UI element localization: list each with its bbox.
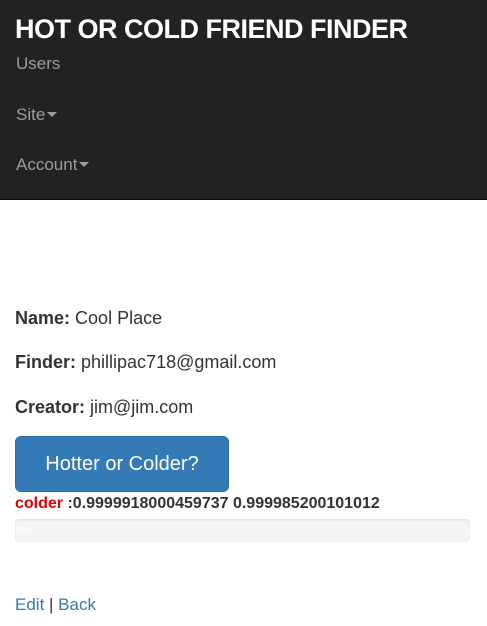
finder-label: Finder: [15,352,76,372]
progress-label: 0% [15,523,33,537]
creator-value: jim@jim.com [90,397,194,417]
finder-value: phillipac718@gmail.com [81,352,277,372]
progress-bar: 0% [15,519,470,542]
name-row: Name: Cool Place [15,308,162,329]
back-link[interactable]: Back [58,595,96,614]
result-text: colder :0.9999918000459737 0.99998520010… [15,495,380,513]
finder-row: Finder: phillipac718@gmail.com [15,352,276,373]
nav-site-dropdown[interactable]: Site [16,105,58,125]
edit-link[interactable]: Edit [15,595,44,614]
navbar: HOT OR COLD FRIEND FINDER Users Site Acc… [0,0,487,200]
link-separator: | [44,595,59,614]
nav-account-label: Account [16,155,78,174]
nav-users[interactable]: Users [16,54,60,74]
name-label: Name: [15,308,71,328]
result-word: colder [15,495,64,512]
nav-users-label: Users [16,54,61,73]
brand-title[interactable]: HOT OR COLD FRIEND FINDER [15,14,408,45]
caret-down-icon [47,112,58,118]
creator-row: Creator: jim@jim.com [15,397,193,418]
caret-down-icon [79,162,90,168]
name-value: Cool Place [75,308,163,328]
footer-links: Edit | Back [15,595,96,615]
result-values: :0.9999918000459737 0.999985200101012 [63,495,380,512]
creator-label: Creator: [15,397,86,417]
nav-site-label: Site [16,105,46,124]
hotter-or-colder-button[interactable]: Hotter or Colder? [15,436,229,492]
nav-account-dropdown[interactable]: Account [16,155,90,175]
